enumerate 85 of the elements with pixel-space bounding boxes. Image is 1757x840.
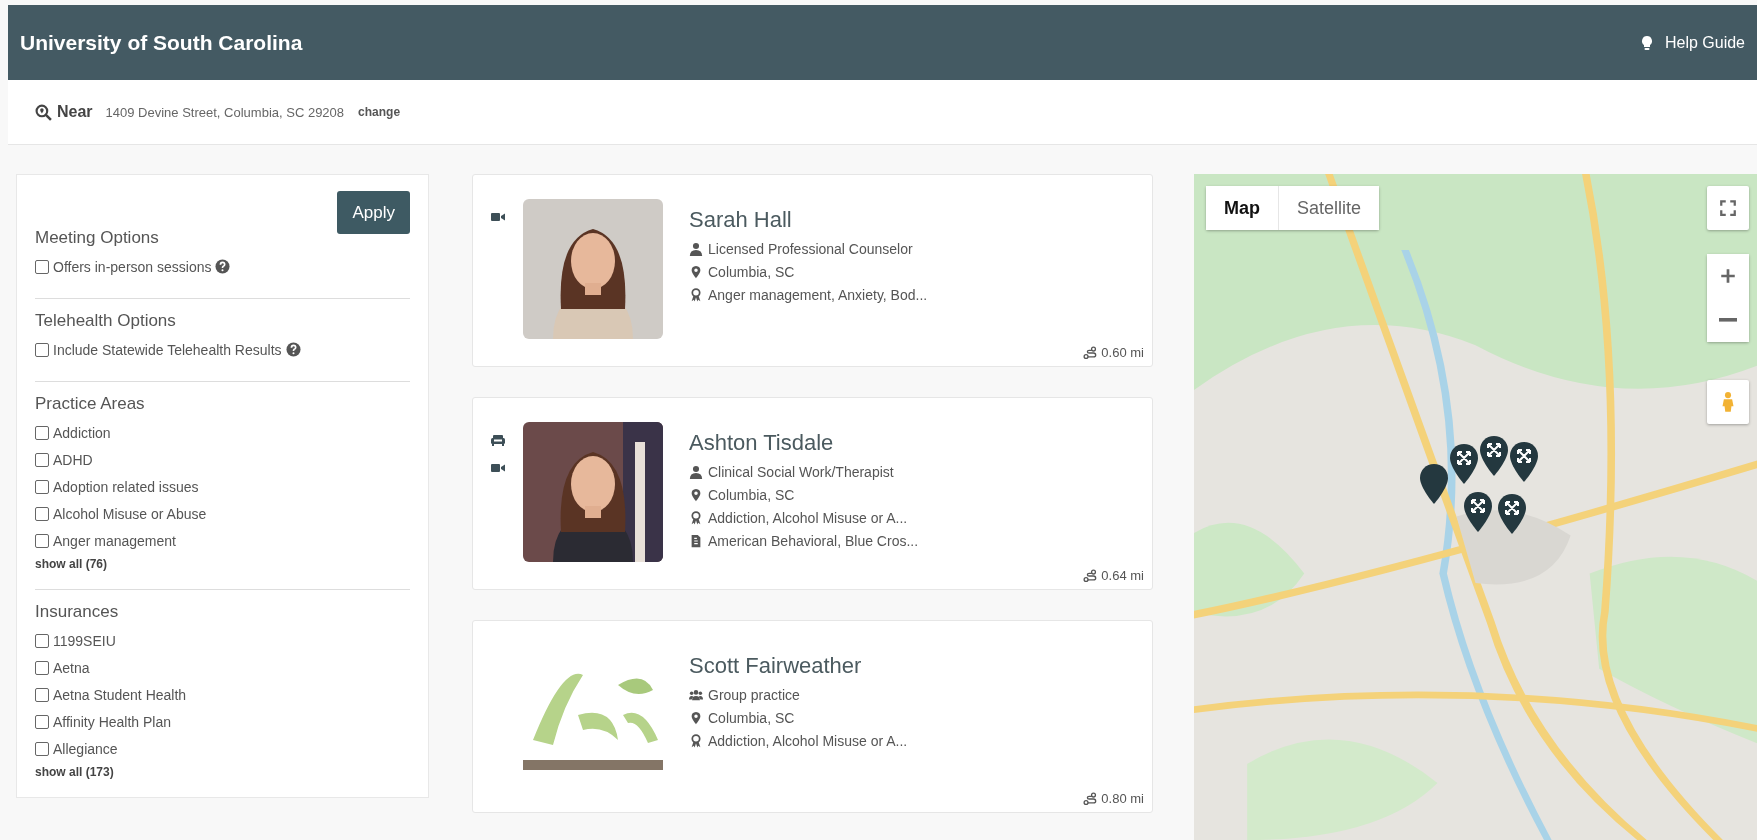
distance-text: 0.64 mi <box>1101 568 1144 583</box>
checkbox[interactable] <box>35 479 49 494</box>
map-marker-icon[interactable] <box>1420 464 1448 504</box>
checkbox[interactable] <box>35 342 49 357</box>
checkbox-label[interactable]: Allegiance <box>53 740 118 757</box>
checkbox-label[interactable]: Offers in-person sessions <box>53 258 212 275</box>
detail-text: Addiction, Alcohol Misuse or A... <box>708 509 908 526</box>
help-icon[interactable] <box>215 259 231 274</box>
map-pin-icon <box>689 487 703 502</box>
checkbox[interactable] <box>35 452 49 467</box>
fullscreen-button[interactable] <box>1707 186 1749 230</box>
help-icon[interactable] <box>285 342 301 357</box>
provider-name[interactable]: Scott Fairweather <box>689 653 908 679</box>
detail-text: Group practice <box>708 686 800 703</box>
near-label: Near <box>57 103 93 121</box>
person-icon <box>689 241 703 256</box>
checkbox-label[interactable]: Aetna Student Health <box>53 686 187 703</box>
address-text: 1409 Devine Street, Columbia, SC 29208 <box>105 104 345 120</box>
filter-heading: Practice Areas <box>35 394 146 414</box>
plus-icon <box>1719 267 1737 285</box>
show-all-link[interactable]: show all (76) <box>35 557 410 571</box>
checkbox-label[interactable]: ADHD <box>53 451 93 468</box>
checkbox[interactable] <box>35 741 49 756</box>
checkbox-label[interactable]: 1199SEIU <box>53 632 116 649</box>
zoom-in-button[interactable] <box>1707 254 1749 298</box>
checkbox[interactable] <box>35 660 49 675</box>
detail-text: Columbia, SC <box>708 709 795 726</box>
checkbox-label[interactable]: Anger management <box>53 532 176 549</box>
help-guide-link[interactable]: Help Guide <box>1638 33 1745 52</box>
map-marker-icon[interactable] <box>1498 494 1526 534</box>
map-marker-icon[interactable] <box>1480 436 1508 476</box>
show-all-link[interactable]: show all (173) <box>35 765 410 779</box>
checkbox-label[interactable]: Addiction <box>53 424 111 441</box>
checkbox-label[interactable]: Include Statewide Telehealth Results <box>53 341 282 358</box>
map-marker-icon[interactable] <box>1464 492 1492 532</box>
search-location-icon <box>35 103 52 121</box>
provider-name[interactable]: Sarah Hall <box>689 207 928 233</box>
checkbox-label[interactable]: Adoption related issues <box>53 478 199 495</box>
map-pin-icon <box>689 710 703 725</box>
result-card[interactable]: Sarah Hall Licensed Professional Counselor Columbia, SC Anger management, Anxiety, Bod... 0.60 mi <box>472 174 1153 367</box>
provider-name[interactable]: Ashton Tisdale <box>689 430 919 456</box>
apply-button[interactable]: Apply <box>337 191 410 234</box>
document-icon <box>689 533 703 548</box>
distance-text: 0.60 mi <box>1101 345 1144 360</box>
checkbox[interactable] <box>35 633 49 648</box>
detail-text: Columbia, SC <box>708 486 795 503</box>
map-marker-icon[interactable] <box>1450 444 1478 484</box>
filter-heading: Insurances <box>35 602 120 622</box>
checkbox-label[interactable]: Affinity Health Plan <box>53 713 172 730</box>
route-icon <box>1083 791 1098 806</box>
zoom-out-button[interactable] <box>1707 298 1749 342</box>
detail-text: Clinical Social Work/Therapist <box>708 463 894 480</box>
award-ribbon-icon <box>689 733 703 748</box>
checkbox[interactable] <box>35 259 49 274</box>
person-icon <box>689 464 703 479</box>
route-icon <box>1083 568 1098 583</box>
site-title: University of South Carolina <box>20 30 303 55</box>
award-ribbon-icon <box>689 287 703 302</box>
checkbox[interactable] <box>35 687 49 702</box>
checkbox[interactable] <box>35 714 49 729</box>
checkbox-label[interactable]: Alcohol Misuse or Abuse <box>53 505 207 522</box>
fullscreen-icon <box>1719 199 1737 217</box>
filter-heading: Telehealth Options <box>35 311 177 331</box>
detail-text: Columbia, SC <box>708 263 795 280</box>
distance-text: 0.80 mi <box>1101 791 1144 806</box>
map-type-tab[interactable]: Satellite <box>1279 186 1380 230</box>
result-card[interactable]: Scott Fairweather Group practice Columbia, SC Addiction, Alcohol Misuse or A... 0.80 mi <box>472 620 1153 813</box>
detail-text: Addiction, Alcohol Misuse or A... <box>708 732 908 749</box>
route-icon <box>1083 345 1098 360</box>
detail-text: American Behavioral, Blue Cros... <box>708 532 919 549</box>
detail-text: Anger management, Anxiety, Bod... <box>708 286 928 303</box>
checkbox[interactable] <box>35 425 49 440</box>
checkbox-label[interactable]: Aetna <box>53 659 90 676</box>
result-card[interactable]: Ashton Tisdale Clinical Social Work/Therapist Columbia, SC Addiction, Alcohol Misuse or A... American Behavioral, Blue Cros... 0.64 mi <box>472 397 1153 590</box>
change-link[interactable]: change <box>358 105 401 119</box>
detail-text: Licensed Professional Counselor <box>708 240 913 257</box>
minus-icon <box>1719 318 1737 322</box>
award-ribbon-icon <box>689 510 703 525</box>
filter-heading: Meeting Options <box>35 228 160 248</box>
checkbox[interactable] <box>35 506 49 521</box>
map-pin-icon <box>689 264 703 279</box>
map-marker-icon[interactable] <box>1510 442 1538 482</box>
checkbox[interactable] <box>35 533 49 548</box>
group-icon <box>689 687 703 702</box>
map-type-tab[interactable]: Map <box>1206 186 1279 230</box>
